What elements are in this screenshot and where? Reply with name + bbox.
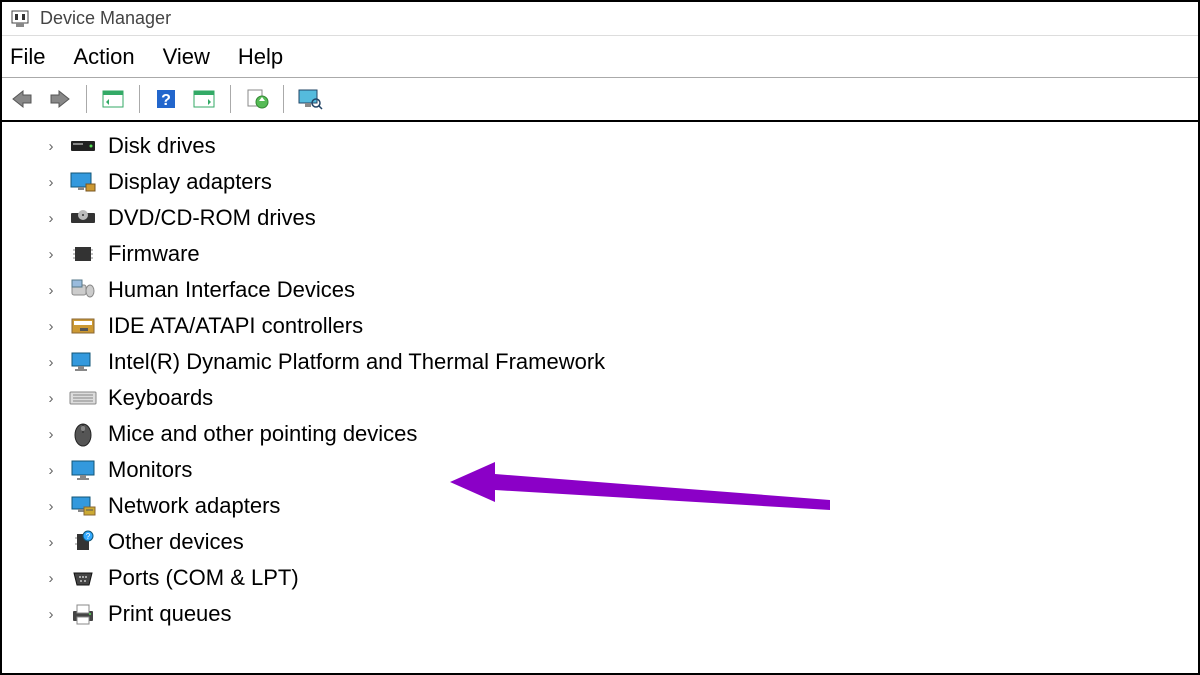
tree-item-label: Other devices (108, 529, 244, 555)
chevron-right-icon[interactable]: › (42, 318, 60, 335)
device-tree: › Disk drives › Display adapters › DVD/C… (2, 122, 1198, 638)
toolbar: ? (2, 78, 1198, 122)
tree-item-label: Firmware (108, 241, 200, 267)
tree-item-ports[interactable]: › Ports (COM & LPT) (42, 560, 1198, 596)
tree-item-other[interactable]: › ? Other devices (42, 524, 1198, 560)
svg-text:?: ? (86, 532, 91, 541)
tree-item-print[interactable]: › Print queues (42, 596, 1198, 632)
chevron-right-icon[interactable]: › (42, 138, 60, 155)
window-title: Device Manager (40, 8, 171, 29)
toolbar-separator (283, 85, 284, 113)
svg-text:?: ? (161, 92, 171, 109)
chevron-right-icon[interactable]: › (42, 534, 60, 551)
display-adapter-icon (68, 170, 98, 194)
tree-item-label: Mice and other pointing devices (108, 421, 417, 447)
tree-item-label: DVD/CD-ROM drives (108, 205, 316, 231)
tree-item-keyboards[interactable]: › Keyboards (42, 380, 1198, 416)
tree-item-label: Intel(R) Dynamic Platform and Thermal Fr… (108, 349, 605, 375)
toolbar-separator (139, 85, 140, 113)
tree-item-display-adapters[interactable]: › Display adapters (42, 164, 1198, 200)
monitor-device-icon (68, 458, 98, 482)
view-button[interactable] (296, 85, 324, 113)
tree-item-label: Print queues (108, 601, 232, 627)
chevron-right-icon[interactable]: › (42, 210, 60, 227)
other-icon: ? (68, 530, 98, 554)
firmware-icon (68, 242, 98, 266)
tree-item-label: Network adapters (108, 493, 280, 519)
tree-item-label: Keyboards (108, 385, 213, 411)
menu-view[interactable]: View (163, 44, 210, 70)
menu-file[interactable]: File (10, 44, 45, 70)
tree-item-firmware[interactable]: › Firmware (42, 236, 1198, 272)
tree-item-label: Monitors (108, 457, 192, 483)
chevron-right-icon[interactable]: › (42, 570, 60, 587)
tree-item-monitors[interactable]: › Monitors (42, 452, 1198, 488)
toolbar-separator (86, 85, 87, 113)
tree-item-intel[interactable]: › Intel(R) Dynamic Platform and Thermal … (42, 344, 1198, 380)
scan-button[interactable] (190, 85, 218, 113)
chevron-right-icon[interactable]: › (42, 174, 60, 191)
hid-icon (68, 278, 98, 302)
print-icon (68, 602, 98, 626)
toolbar-separator (230, 85, 231, 113)
tree-item-ide[interactable]: › IDE ATA/ATAPI controllers (42, 308, 1198, 344)
help-button[interactable]: ? (152, 85, 180, 113)
chevron-right-icon[interactable]: › (42, 462, 60, 479)
properties-button[interactable] (99, 85, 127, 113)
chevron-right-icon[interactable]: › (42, 498, 60, 515)
menu-action[interactable]: Action (73, 44, 134, 70)
tree-item-mice[interactable]: › Mice and other pointing devices (42, 416, 1198, 452)
chevron-right-icon[interactable]: › (42, 390, 60, 407)
port-icon (68, 566, 98, 590)
tree-item-hid[interactable]: › Human Interface Devices (42, 272, 1198, 308)
tree-item-disk-drives[interactable]: › Disk drives (42, 128, 1198, 164)
tree-item-label: IDE ATA/ATAPI controllers (108, 313, 363, 339)
tree-item-dvd-drives[interactable]: › DVD/CD-ROM drives (42, 200, 1198, 236)
tree-item-network[interactable]: › Network adapters (42, 488, 1198, 524)
ide-icon (68, 314, 98, 338)
menu-help[interactable]: Help (238, 44, 283, 70)
tree-item-label: Ports (COM & LPT) (108, 565, 299, 591)
network-icon (68, 494, 98, 518)
mouse-icon (68, 422, 98, 446)
disk-drive-icon (68, 134, 98, 158)
chevron-right-icon[interactable]: › (42, 246, 60, 263)
chevron-right-icon[interactable]: › (42, 282, 60, 299)
forward-button[interactable] (46, 85, 74, 113)
back-button[interactable] (8, 85, 36, 113)
chevron-right-icon[interactable]: › (42, 354, 60, 371)
app-icon (10, 9, 30, 29)
intel-icon (68, 350, 98, 374)
menu-bar: File Action View Help (2, 36, 1198, 78)
keyboard-icon (68, 386, 98, 410)
refresh-button[interactable] (243, 85, 271, 113)
tree-item-label: Human Interface Devices (108, 277, 355, 303)
chevron-right-icon[interactable]: › (42, 606, 60, 623)
dvd-drive-icon (68, 206, 98, 230)
title-bar: Device Manager (2, 2, 1198, 36)
tree-item-label: Disk drives (108, 133, 216, 159)
chevron-right-icon[interactable]: › (42, 426, 60, 443)
tree-item-label: Display adapters (108, 169, 272, 195)
